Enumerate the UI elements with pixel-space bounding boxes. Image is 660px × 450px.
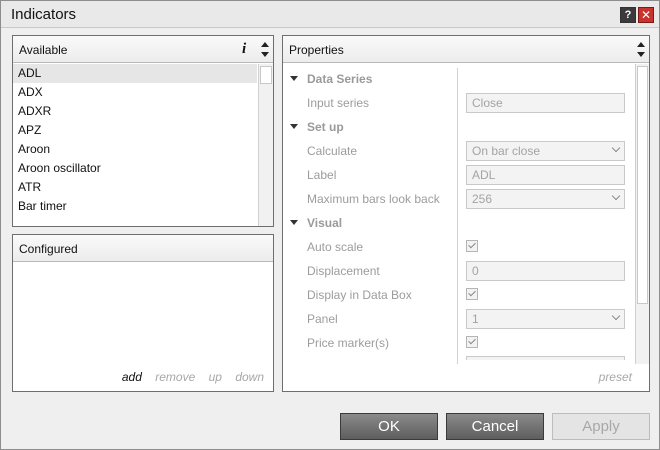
property-category: Visual <box>285 211 635 235</box>
property-select[interactable]: 1 <box>466 309 625 329</box>
configured-header: Configured <box>13 235 273 262</box>
property-row: Auto scale <box>285 235 635 259</box>
property-row: Label ADL <box>285 163 635 187</box>
category-label[interactable]: Set up <box>307 120 344 134</box>
list-item[interactable]: ATR <box>13 178 257 197</box>
property-category: Set up <box>285 115 635 139</box>
properties-header: Properties <box>283 36 649 63</box>
property-value: 0 <box>472 264 479 278</box>
properties-scroll-thumb[interactable] <box>637 66 648 304</box>
property-input[interactable]: ADL <box>466 165 625 185</box>
list-item[interactable]: ADL <box>13 64 257 83</box>
cancel-button[interactable]: Cancel <box>446 413 544 440</box>
help-icon[interactable]: ? <box>620 7 636 23</box>
property-input[interactable]: Close <box>466 93 625 113</box>
property-input[interactable]: 0 <box>466 261 625 281</box>
up-link[interactable]: up <box>209 370 222 384</box>
property-category: Data Series <box>285 67 635 91</box>
property-row: Price marker(s) <box>285 331 635 355</box>
properties-sort-arrows[interactable] <box>635 38 647 60</box>
property-label: Label <box>307 168 337 182</box>
remove-link[interactable]: remove <box>155 370 195 384</box>
property-select[interactable]: On bar close <box>466 141 625 161</box>
property-label: Display in Data Box <box>307 288 412 302</box>
available-scroll-thumb[interactable] <box>260 66 272 84</box>
property-row: Display in Data Box <box>285 283 635 307</box>
property-checkbox[interactable] <box>466 336 478 348</box>
configured-actions: add remove up down <box>112 370 264 384</box>
chevron-down-icon <box>611 143 621 153</box>
category-label[interactable]: Data Series <box>307 72 372 86</box>
list-item[interactable]: APZ <box>13 121 257 140</box>
property-label: Maximum bars look back <box>307 192 440 206</box>
list-item[interactable]: ADX <box>13 83 257 102</box>
check-icon <box>468 240 476 249</box>
property-value: 256 <box>472 192 493 206</box>
property-label: Displacement <box>307 264 380 278</box>
sort-down-icon[interactable] <box>637 52 645 57</box>
property-row: Input series Close <box>285 91 635 115</box>
ok-button[interactable]: OK <box>340 413 438 440</box>
window-title: Indicators <box>11 6 77 23</box>
property-value: On bar close <box>472 144 541 158</box>
property-label: Panel <box>307 312 338 326</box>
apply-button[interactable]: Apply <box>552 413 650 440</box>
list-item[interactable]: Bar timer <box>13 197 257 216</box>
down-link[interactable]: down <box>235 370 264 384</box>
chevron-down-icon <box>611 311 621 321</box>
category-label[interactable]: Visual <box>307 216 342 230</box>
property-row: Displacement 0 <box>285 259 635 283</box>
collapse-arrow-icon[interactable] <box>290 124 298 129</box>
sort-up-icon[interactable] <box>261 42 269 47</box>
collapse-arrow-icon[interactable] <box>290 220 298 225</box>
available-header: Available i <box>13 36 273 63</box>
close-icon[interactable]: ✕ <box>638 7 654 23</box>
property-select[interactable]: 256 <box>466 189 625 209</box>
available-panel: Available i ADL ADX ADXR APZ Aroon Aroon osci… <box>12 35 274 227</box>
properties-panel: Properties Data Series Input series Close S… <box>282 35 650 392</box>
list-item[interactable]: ADXR <box>13 102 257 121</box>
property-label: Calculate <box>307 144 358 158</box>
available-list: ADL ADX ADXR APZ Aroon Aroon oscillator ATR Bar… <box>13 64 257 216</box>
available-scrollbar[interactable] <box>258 64 273 226</box>
properties-scrollbar[interactable] <box>635 64 649 364</box>
list-item[interactable]: Aroon oscillator <box>13 159 257 178</box>
property-label: Auto scale <box>307 240 364 254</box>
info-icon[interactable]: i <box>242 41 246 58</box>
sort-down-icon[interactable] <box>261 52 269 57</box>
add-link[interactable]: add <box>122 370 142 384</box>
property-row: Maximum bars look back 256 <box>285 187 635 211</box>
property-row: Panel 1 <box>285 307 635 331</box>
configured-title: Configured <box>19 242 78 256</box>
property-row: Calculate On bar close <box>285 139 635 163</box>
indicators-dialog: Indicators ? ✕ Available i ADL ADX ADXR APZ… <box>0 0 660 450</box>
property-value: ADL <box>472 168 496 182</box>
list-item[interactable]: Aroon <box>13 140 257 159</box>
property-checkbox[interactable] <box>466 240 478 252</box>
property-label: Input series <box>307 96 370 110</box>
check-icon <box>468 336 476 345</box>
available-title: Available <box>19 43 68 57</box>
properties-title: Properties <box>289 43 344 57</box>
sort-up-icon[interactable] <box>637 42 645 47</box>
check-icon <box>468 288 476 297</box>
property-label: Price marker(s) <box>307 336 390 350</box>
property-value: Close <box>472 96 503 110</box>
collapse-arrow-icon[interactable] <box>290 76 298 81</box>
title-bar[interactable]: Indicators ? ✕ <box>1 1 659 28</box>
preset-link[interactable]: preset <box>599 370 632 384</box>
property-value: 1 <box>472 312 479 326</box>
property-checkbox[interactable] <box>466 288 478 300</box>
property-field-partial <box>466 356 625 360</box>
chevron-down-icon <box>611 191 621 201</box>
configured-panel: Configured add remove up down <box>12 234 274 392</box>
available-sort-arrows[interactable] <box>259 38 271 60</box>
